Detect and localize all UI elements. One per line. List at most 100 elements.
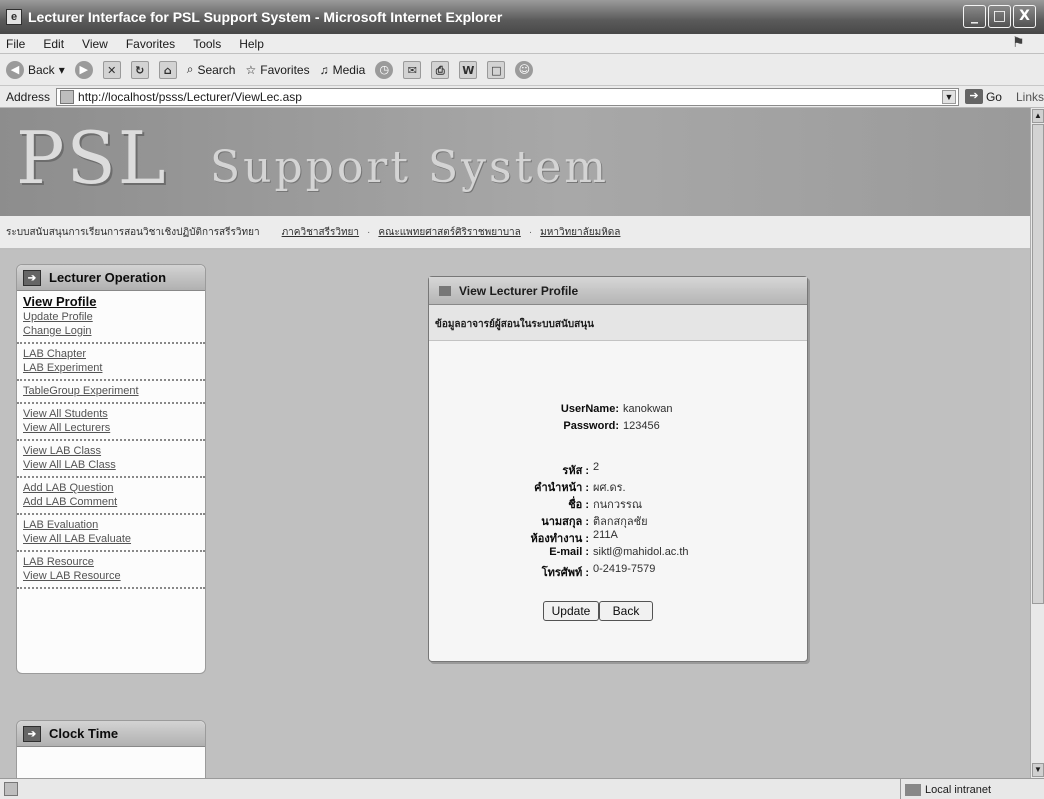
ie-app-icon: e — [6, 9, 22, 25]
intranet-icon — [905, 783, 921, 796]
field-office-value: 211A — [593, 529, 618, 541]
site-logo-subtitle: Support System — [210, 142, 610, 193]
dropdown-arrow-icon[interactable]: ▾ — [59, 63, 65, 77]
menu-lab-evaluation[interactable]: LAB Evaluation — [23, 518, 199, 532]
go-arrow-icon: ➔ — [964, 89, 983, 104]
back-button[interactable]: ◀ Back ▾ — [6, 60, 65, 79]
menu-file[interactable]: File — [6, 37, 25, 51]
scroll-thumb[interactable] — [1032, 124, 1044, 604]
field-id-label: รหัส : — [562, 465, 589, 477]
history-button[interactable]: ◷ — [375, 60, 394, 79]
toolbar: ◀ Back ▾ ▶ ✕ ↻ ⌂ ⌕ Search ☆ Favorites ♫ … — [0, 54, 1044, 86]
page-viewport: PSL Support System ระบบสนับสนุนการเรียนก… — [0, 108, 1030, 778]
university-link[interactable]: มหาวิทยาลัยมหิดล — [540, 225, 620, 240]
menu-view-all-students[interactable]: View All Students — [23, 407, 199, 421]
field-firstname-value: กนกวรรณ — [593, 499, 643, 511]
window-title-bar[interactable]: e Lecturer Interface for PSL Support Sys… — [0, 0, 1044, 34]
panel-title: Lecturer Operation — [49, 270, 167, 285]
menu-lab-chapter[interactable]: LAB Chapter — [23, 347, 199, 361]
menu-group-profile: View Profile Update Profile Change Login — [17, 291, 205, 344]
menu-view-all-lecturers[interactable]: View All Lecturers — [23, 421, 199, 435]
security-zone: Local intranet — [900, 779, 991, 799]
search-button[interactable]: ⌕ Search — [187, 62, 236, 77]
menu-favorites[interactable]: Favorites — [126, 37, 175, 51]
mail-icon: ✉ — [403, 60, 422, 79]
stop-icon: ✕ — [102, 60, 121, 79]
address-dropdown-icon[interactable]: ▼ — [941, 89, 956, 104]
site-logo: PSL — [16, 116, 168, 200]
print-button[interactable]: ⎙ — [431, 60, 450, 79]
nav-strip: ระบบสนับสนุนการเรียนการสอนวิชาเชิงปฏิบัต… — [0, 216, 1030, 250]
dialog-header: View Lecturer Profile — [429, 277, 807, 305]
address-label: Address — [6, 89, 51, 104]
lecturer-operation-panel: ➔ Lecturer Operation View Profile Update… — [16, 264, 206, 674]
forward-button[interactable]: ▶ — [74, 60, 93, 79]
menu-tablegroup-experiment[interactable]: TableGroup Experiment — [23, 384, 199, 398]
links-button[interactable]: Links — [1016, 90, 1044, 104]
faculty-link[interactable]: คณะแพทยศาสตร์ศิริราชพยาบาล — [378, 225, 520, 240]
history-icon: ◷ — [375, 60, 394, 79]
print-icon: ⎙ — [431, 60, 450, 79]
home-button[interactable]: ⌂ — [158, 60, 177, 79]
menu-lab-resource[interactable]: LAB Resource — [23, 555, 199, 569]
menu-change-login[interactable]: Change Login — [23, 324, 199, 338]
password-label: Password: — [563, 420, 619, 432]
field-id-value: 2 — [593, 461, 600, 473]
favorites-label: Favorites — [260, 62, 310, 77]
close-button[interactable]: X — [1013, 5, 1036, 28]
favorites-button[interactable]: ☆ Favorites — [245, 63, 309, 77]
menu-help[interactable]: Help — [239, 37, 264, 51]
search-label: Search — [197, 62, 236, 77]
menu-group-class: View LAB Class View All LAB Class — [17, 441, 205, 478]
maximize-button[interactable]: □ — [988, 5, 1011, 28]
update-button[interactable]: Update — [543, 601, 599, 621]
go-button[interactable]: ➔ Go — [964, 89, 1002, 104]
panel-header: ➔ Lecturer Operation — [17, 265, 205, 291]
username-label: UserName: — [560, 403, 619, 415]
clock-panel-title: Clock Time — [49, 726, 119, 741]
home-icon: ⌂ — [158, 60, 177, 79]
field-prefix-label: คำนำหน้า : — [534, 482, 589, 494]
window-controls: _ □ X — [963, 5, 1036, 28]
menu-tools[interactable]: Tools — [193, 37, 221, 51]
edit-button[interactable]: W — [459, 60, 478, 79]
menu-edit[interactable]: Edit — [43, 37, 64, 51]
menu-view-all-lab-evaluate[interactable]: View All LAB Evaluate — [23, 532, 199, 546]
media-button[interactable]: ♫ Media — [320, 63, 366, 77]
dialog-subtitle: ข้อมูลอาจารย์ผู้สอนในระบบสนับสนุน — [429, 305, 807, 341]
stop-button[interactable]: ✕ — [102, 60, 121, 79]
address-input[interactable]: http://localhost/psss/Lecturer/ViewLec.a… — [56, 87, 959, 106]
discuss-icon: □ — [487, 60, 506, 79]
menu-add-lab-comment[interactable]: Add LAB Comment — [23, 495, 199, 509]
site-banner: PSL Support System — [0, 108, 1030, 216]
arrow-right-icon: ➔ — [23, 269, 41, 286]
dept-link[interactable]: ภาควิชาสรีรวิทยา — [282, 225, 359, 240]
field-firstname-label: ชื่อ : — [568, 499, 589, 511]
menu-view-lab-resource[interactable]: View LAB Resource — [23, 569, 199, 583]
minimize-button[interactable]: _ — [963, 5, 986, 28]
field-phone-label: โทรศัพท์ : — [541, 567, 589, 579]
field-prefix-value: ผศ.ดร. — [593, 482, 626, 494]
address-bar: Address http://localhost/psss/Lecturer/V… — [0, 86, 1044, 108]
back-dialog-button[interactable]: Back — [599, 601, 653, 621]
menu-view-all-lab-class[interactable]: View All LAB Class — [23, 458, 199, 472]
media-icon: ♫ — [319, 62, 329, 77]
view-lecturer-profile-dialog: View Lecturer Profile ข้อมูลอาจารย์ผู้สอ… — [428, 276, 808, 662]
menu-view-profile[interactable]: View Profile — [23, 294, 199, 310]
discuss-button[interactable]: □ — [487, 60, 506, 79]
messenger-button[interactable]: ☺ — [515, 60, 534, 79]
page-icon — [60, 89, 75, 104]
mail-button[interactable]: ✉ — [403, 60, 422, 79]
system-name: ระบบสนับสนุนการเรียนการสอนวิชาเชิงปฏิบัต… — [6, 226, 260, 238]
scroll-up-icon[interactable]: ▲ — [1032, 109, 1044, 123]
status-bar: Local intranet — [0, 778, 1044, 799]
menu-add-lab-question[interactable]: Add LAB Question — [23, 481, 199, 495]
star-icon: ☆ — [245, 62, 257, 77]
refresh-button[interactable]: ↻ — [130, 60, 149, 79]
menu-update-profile[interactable]: Update Profile — [23, 310, 199, 324]
scroll-down-icon[interactable]: ▼ — [1032, 763, 1044, 777]
menu-view-lab-class[interactable]: View LAB Class — [23, 444, 199, 458]
vertical-scrollbar[interactable]: ▲ ▼ — [1030, 108, 1044, 778]
menu-lab-experiment[interactable]: LAB Experiment — [23, 361, 199, 375]
menu-view[interactable]: View — [82, 37, 108, 51]
